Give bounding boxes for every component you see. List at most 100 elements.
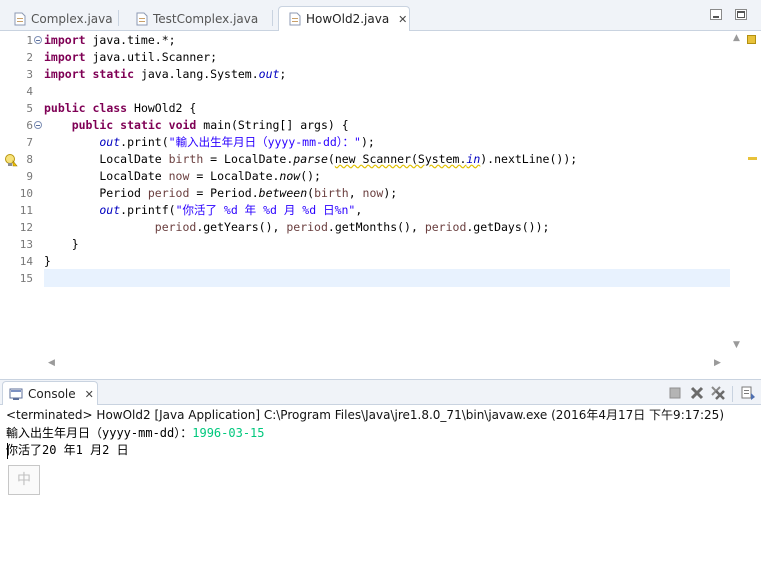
static-field: out [44,203,121,217]
maximize-icon[interactable] [735,9,747,20]
keyword: import [44,33,86,47]
scroll-right-icon[interactable]: ▶ [714,358,721,368]
line-number: 12 [19,221,33,234]
line-number: 7 [26,136,33,149]
line-number: 15 [19,272,33,285]
code-text: .getMonths(), [327,220,425,234]
editor-tab-bar: Complex.java TestComplex.java HowOld2.ja… [0,0,761,32]
keyword: public [44,118,114,132]
java-file-icon [14,12,26,26]
terminate-icon[interactable] [667,385,683,401]
warning-marker[interactable] [748,157,757,160]
code-text: , [348,186,363,200]
fold-toggle-icon[interactable] [34,121,42,129]
code-area[interactable]: import java.time.*; import java.util.Sca… [44,31,730,356]
tab-separator [118,10,119,26]
local-variable: period [44,220,197,234]
code-line: LocalDate birth = LocalDate.parse(new Sc… [44,151,577,168]
tab-label: HowOld2.java [306,12,390,26]
close-icon[interactable]: ✕ [398,13,407,26]
code-editor[interactable]: 1 2 3 4 5 6 7 8 9 10 11 12 13 14 15 impo… [0,31,761,370]
local-variable: period [424,220,467,234]
code-text: = LocalDate. [203,152,294,166]
local-variable: birth [168,152,204,166]
remove-all-terminated-icon[interactable] [710,385,726,401]
static-method: parse [293,152,328,166]
tab-label: Console [28,387,76,401]
string-literal: "輸入出生年月日（yyyy-mm-dd）：" [168,135,361,149]
console-prompt: 輸入出生年月日（yyyy-mm-dd）： [6,426,193,440]
code-line: import static java.lang.System.out; [44,66,286,83]
overview-ruler[interactable] [744,31,761,356]
console-icon [9,387,23,401]
tab-label: Complex.java [31,11,113,26]
code-line: import java.time.*; [44,32,176,49]
tab-testcomplex-java[interactable]: TestComplex.java [126,6,258,31]
local-variable: period [286,220,328,234]
warning-underline[interactable]: new Scanner(System.in [335,152,480,166]
console-status-line: <terminated> HowOld2 [Java Application] … [6,408,724,422]
toolbar-separator [732,386,733,402]
line-number: 5 [26,102,33,115]
code-text: java.util.Scanner; [85,50,218,64]
string-literal: "你活了 %d 年 %d 月 %d 日%n" [175,203,356,217]
code-line: } [44,253,51,270]
keyword: void [161,118,197,132]
code-text: .print( [120,135,169,149]
code-text: ); [360,135,375,149]
line-number-gutter: 1 2 3 4 5 6 7 8 9 10 11 12 13 14 15 [0,31,44,370]
warning-summary-icon[interactable] [747,35,756,44]
ime-indicator[interactable]: 中 [8,465,40,495]
code-text: = LocalDate. [189,169,280,183]
close-icon[interactable]: ✕ [85,388,94,401]
code-line: public class HowOld2 { [44,100,196,117]
code-line: import java.util.Scanner; [44,49,217,66]
display-console-icon[interactable] [740,385,756,401]
tab-complex-java[interactable]: Complex.java [4,6,113,31]
remove-launch-icon[interactable] [689,385,705,401]
vertical-scrollbar[interactable]: ▲ ▼ [730,31,744,356]
scroll-left-icon[interactable]: ◀ [48,358,55,368]
console-user-input: 1996-03-15 [192,426,265,440]
line-number: 11 [19,204,33,217]
code-text: LocalDate [44,152,169,166]
horizontal-scrollbar[interactable]: ◀ ▶ [44,356,730,370]
line-number: 9 [26,170,33,183]
tab-separator [272,10,273,26]
static-field: out [258,67,280,81]
keyword: public [44,101,86,115]
local-variable: birth [314,186,349,200]
scroll-down-icon[interactable]: ▼ [733,340,740,350]
line-number: 13 [19,238,33,251]
tab-console[interactable]: Console ✕ [2,381,98,406]
console-output[interactable]: <terminated> HowOld2 [Java Application] … [0,405,761,586]
scroll-up-icon[interactable]: ▲ [733,33,740,43]
line-number: 14 [19,255,33,268]
line-number: 3 [26,68,33,81]
code-text: .getDays()); [466,220,550,234]
code-text: java.time.*; [85,33,176,47]
code-line: LocalDate now = LocalDate.now(); [44,168,321,185]
fold-toggle-icon[interactable] [34,36,42,44]
keyword: class [85,101,128,115]
minimize-icon[interactable] [710,9,722,20]
warning-lightbulb-icon[interactable] [4,153,18,167]
code-text: new Scanner(System. [334,152,467,166]
code-text: = Period. [189,186,259,200]
code-text: , [355,203,363,217]
keyword: static [113,118,162,132]
line-number: 1 [26,34,33,47]
keyword: import [44,67,86,81]
code-text: ); [383,186,398,200]
tab-howold2-java[interactable]: HowOld2.java ✕ [278,6,410,32]
code-line: out.print("輸入出生年月日（yyyy-mm-dd）："); [44,134,375,151]
code-text: main(String[] args) { [196,118,349,132]
code-text: } [44,237,79,251]
line-number: 6 [26,119,33,132]
code-text: .printf( [120,203,176,217]
code-text: LocalDate [44,169,169,183]
line-number: 4 [26,85,33,98]
line-number: 10 [19,187,33,200]
code-text: } [44,254,51,268]
code-text: .getYears(), [196,220,287,234]
